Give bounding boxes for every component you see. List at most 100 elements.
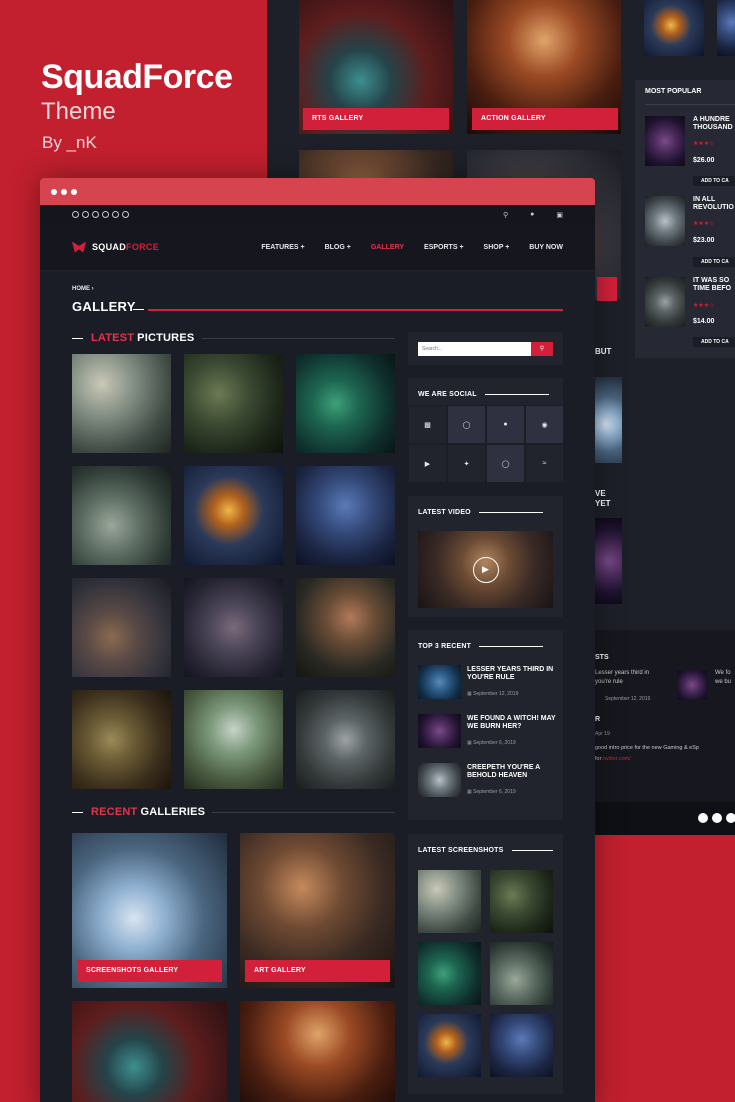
youtube-icon[interactable]: ▶	[408, 444, 447, 483]
logo-icon	[72, 241, 86, 253]
recent-galleries-title: RECENT GALLERIES	[91, 806, 206, 818]
most-popular-title: MOST POPULAR	[645, 88, 702, 95]
twitch-icon[interactable]: ▩	[408, 405, 447, 444]
screenshots-gallery-label[interactable]: SCREENSHOTS GALLERY	[77, 960, 222, 982]
art-gallery-label[interactable]: ART GALLERY	[245, 960, 390, 982]
window-dot	[51, 188, 57, 195]
screenshot-thumbnail[interactable]	[490, 870, 553, 933]
screenshot-thumbnail[interactable]	[418, 942, 481, 1005]
search-button[interactable]: ⚲	[531, 342, 553, 356]
recent-post-date: ▦ September 6, 2019	[467, 740, 516, 746]
gallery-thumbnail[interactable]	[184, 354, 283, 453]
top-strip: ⚲ ● ▣	[40, 205, 595, 224]
recent-post-title[interactable]: WE FOUND A WITCH! MAY WE BURN HER?	[467, 715, 558, 731]
action-gallery-label[interactable]: ACTION GALLERY	[472, 108, 618, 130]
bg-image	[644, 0, 704, 56]
window-dot	[61, 188, 67, 195]
bg-text-fragment: VE	[595, 489, 606, 498]
twitter-icon[interactable]	[112, 211, 119, 218]
menu-item-features[interactable]: FEATURES +	[261, 244, 304, 251]
twitch-icon[interactable]	[72, 211, 79, 218]
gallery-thumbnail[interactable]	[296, 690, 395, 789]
promo-title: SquadForce	[41, 58, 233, 96]
product-image[interactable]	[645, 116, 685, 166]
recent-post-title[interactable]: CREEPETH YOU'RE A BEHOLD HEAVEN	[467, 764, 558, 780]
screenshot-thumbnail[interactable]	[418, 870, 481, 933]
play-icon[interactable]: ▶	[472, 556, 499, 583]
search-widget: ⚲	[408, 332, 563, 365]
site-logo[interactable]: SQUADFORCE	[72, 241, 159, 253]
product-rating: ★★★☆	[693, 303, 715, 309]
gallery-thumbnail[interactable]	[184, 690, 283, 789]
recent-posts-title: TOP 3 RECENT	[418, 643, 472, 650]
gallery-thumbnail[interactable]	[296, 466, 395, 565]
gallery-thumbnail[interactable]	[72, 690, 171, 789]
discord-icon[interactable]: ◉	[525, 405, 564, 444]
page-title: GALLERY	[72, 299, 136, 314]
rss-icon[interactable]: ≈	[525, 444, 564, 483]
product-rating: ★★★☆	[693, 141, 715, 147]
screenshot-thumbnail[interactable]	[418, 1014, 481, 1077]
search-input[interactable]	[418, 342, 531, 356]
facebook-icon[interactable]	[92, 211, 99, 218]
bg-footer: STS Lesser years third in you're rule Se…	[595, 630, 735, 802]
video-thumbnail[interactable]: ▶	[418, 531, 553, 608]
search-icon[interactable]: ⚲	[503, 211, 508, 219]
youtube-icon[interactable]	[82, 211, 89, 218]
instagram-icon[interactable]: ◯	[447, 405, 486, 444]
product-price: $23.00	[693, 237, 715, 244]
rts-gallery-label[interactable]: RTS GALLERY	[303, 108, 449, 130]
add-to-cart-button[interactable]: ADD TO CA	[693, 257, 735, 267]
instagram-icon[interactable]	[122, 211, 129, 218]
social-widget: WE ARE SOCIAL ▩ ◯ ● ◉ ▶ ✦ ◯ ≈	[408, 378, 564, 483]
menu-item-shop[interactable]: SHOP +	[484, 244, 510, 251]
product-price: $14.00	[693, 318, 715, 325]
promo-subtitle: Theme	[41, 98, 116, 125]
bg-text-fragment: BUT	[595, 347, 612, 356]
gallery-thumbnail[interactable]	[184, 466, 283, 565]
gallery-image[interactable]	[240, 1001, 395, 1102]
twitter-icon[interactable]: ✦	[447, 444, 486, 483]
menu-item-esports[interactable]: ESPORTS +	[424, 244, 463, 251]
add-to-cart-button[interactable]: ADD TO CA	[693, 176, 735, 186]
bg-image	[595, 518, 622, 604]
menu-item-buy-now[interactable]: BUY NOW	[529, 244, 563, 251]
promo-author: By _nK	[42, 133, 97, 152]
latest-pictures-title: LATEST PICTURES	[91, 332, 195, 344]
user-icon[interactable]: ●	[530, 211, 534, 219]
menu-item-gallery[interactable]: GALLERY	[371, 244, 404, 251]
cart-icon[interactable]: ▣	[556, 211, 563, 219]
screenshot-thumbnail[interactable]	[490, 942, 553, 1005]
bg-text-fragment: YET	[595, 499, 611, 508]
screenshot-thumbnail[interactable]	[490, 1014, 553, 1077]
recent-post-date: ▦ September 12, 2019	[467, 691, 519, 697]
gallery-image[interactable]	[72, 1001, 227, 1102]
gallery-thumbnail[interactable]	[184, 578, 283, 677]
product-image[interactable]	[645, 277, 685, 327]
breadcrumb[interactable]: HOME ›	[72, 286, 94, 292]
social-widget-title: WE ARE SOCIAL	[418, 391, 477, 398]
recent-post[interactable]: WE FOUND A WITCH! MAY WE BURN HER? ▦ Sep…	[418, 714, 558, 754]
recent-post[interactable]: LESSER YEARS THIRD IN YOU'RE RULE ▦ Sept…	[418, 665, 558, 705]
most-popular-panel: MOST POPULAR A HUNDRE THOUSAND ★★★☆ $26.…	[635, 80, 735, 358]
product-title[interactable]: A HUNDRE THOUSAND	[693, 116, 735, 132]
product-image[interactable]	[645, 196, 685, 246]
gallery-thumbnail[interactable]	[296, 354, 395, 453]
product-title[interactable]: IT WAS SO TIME BEFO	[693, 277, 735, 293]
gallery-thumbnail[interactable]	[72, 466, 171, 565]
browser-window: ⚲ ● ▣ SQUADFORCE FEATURES + BLOG + GALLE…	[40, 178, 595, 1102]
product-price: $26.00	[693, 157, 715, 164]
menu-item-blog[interactable]: BLOG +	[325, 244, 351, 251]
discord-icon[interactable]	[102, 211, 109, 218]
recent-post-title[interactable]: LESSER YEARS THIRD IN YOU'RE RULE	[467, 666, 558, 682]
gallery-thumbnail[interactable]	[296, 578, 395, 677]
gallery-thumbnail[interactable]	[72, 578, 171, 677]
recent-post[interactable]: CREEPETH YOU'RE A BEHOLD HEAVEN ▦ Septem…	[418, 763, 558, 803]
product-title[interactable]: IN ALL REVOLUTIO	[693, 196, 735, 212]
facebook-icon[interactable]: ●	[486, 405, 525, 444]
main-navbar: SQUADFORCE FEATURES + BLOG + GALLERY ESP…	[40, 224, 595, 271]
instagram-icon[interactable]: ◯	[486, 444, 525, 483]
add-to-cart-button[interactable]: ADD TO CA	[693, 337, 735, 347]
latest-video-title: LATEST VIDEO	[418, 509, 471, 516]
gallery-thumbnail[interactable]	[72, 354, 171, 453]
